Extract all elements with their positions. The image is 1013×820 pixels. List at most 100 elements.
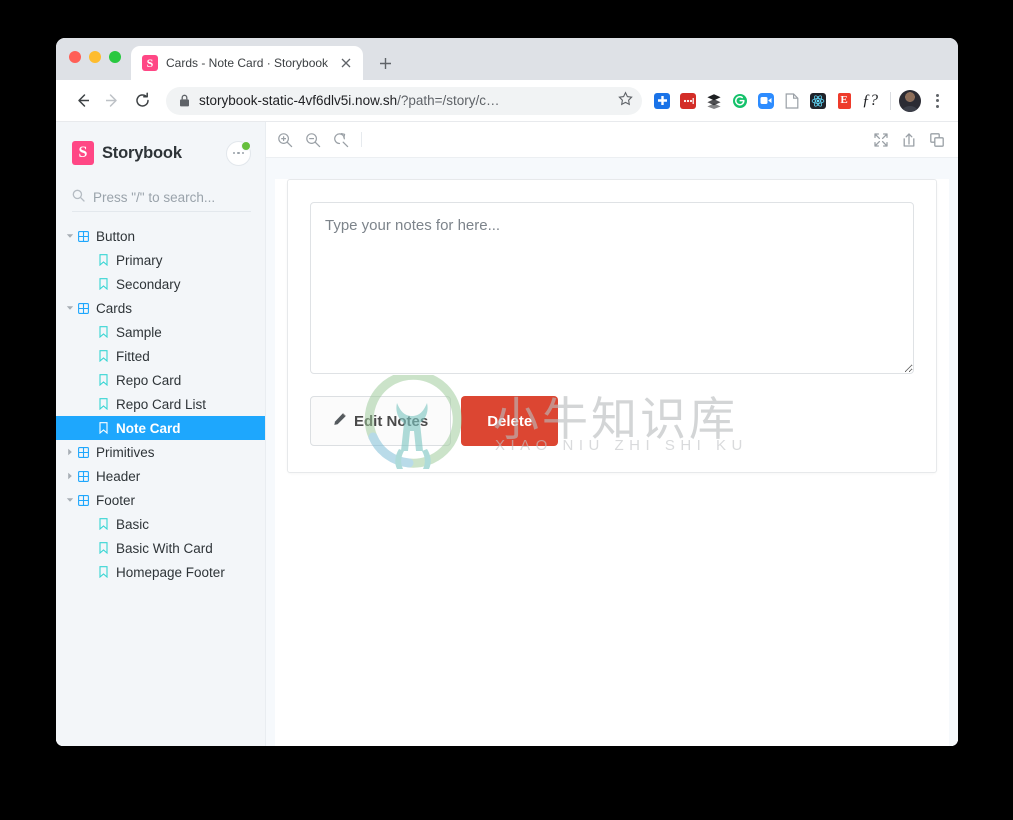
toolbar-divider xyxy=(361,132,362,147)
story-canvas: Edit Notes Delete xyxy=(275,179,949,746)
sidebar-item-cards[interactable]: Cards xyxy=(56,296,265,320)
chevron-down-icon[interactable] xyxy=(64,496,76,504)
sidebar-item-label: Basic With Card xyxy=(116,540,213,556)
notes-textarea[interactable] xyxy=(310,202,914,374)
story-bookmark-icon xyxy=(96,254,110,266)
pencil-icon xyxy=(333,412,347,430)
minimize-window-button[interactable] xyxy=(89,51,101,63)
story-bookmark-icon xyxy=(96,518,110,530)
react-devtools-extension-icon[interactable] xyxy=(806,89,830,113)
open-in-new-icon[interactable] xyxy=(896,127,922,153)
lastpass-extension-icon[interactable] xyxy=(676,89,700,113)
profile-avatar[interactable] xyxy=(899,89,921,112)
close-window-button[interactable] xyxy=(69,51,81,63)
brand-name: Storybook xyxy=(102,143,182,162)
zoom-out-icon[interactable] xyxy=(300,127,326,153)
story-bookmark-icon xyxy=(96,350,110,362)
extension-toolbar: E ƒ? xyxy=(650,89,949,113)
sidebar-item-label: Sample xyxy=(116,324,162,340)
sidebar-item-label: Footer xyxy=(96,492,136,508)
sidebar-item-primary[interactable]: Primary xyxy=(56,248,265,272)
component-grid-icon xyxy=(76,446,90,458)
sidebar-item-homepage-footer[interactable]: Homepage Footer xyxy=(56,560,265,584)
note-card-component: Edit Notes Delete xyxy=(287,179,937,473)
fontface-ninja-extension-icon[interactable]: ƒ? xyxy=(858,89,882,113)
storybook-app: S Storybook Press "/" to search... Butto… xyxy=(56,122,958,746)
story-tree: Button Primary Secondary Cards Sample Fitted R… xyxy=(56,224,265,584)
sidebar-item-label: Repo Card List xyxy=(116,396,207,412)
close-icon[interactable] xyxy=(338,55,354,71)
preview-body: Edit Notes Delete xyxy=(266,158,958,746)
tab-strip: S Cards - Note Card · Storybook xyxy=(56,38,958,80)
sidebar-item-label: Fitted xyxy=(116,348,150,364)
sidebar-item-repo-card[interactable]: Repo Card xyxy=(56,368,265,392)
component-grid-icon xyxy=(76,494,90,506)
sidebar-item-repo-card-list[interactable]: Repo Card List xyxy=(56,392,265,416)
sidebar-item-sample[interactable]: Sample xyxy=(56,320,265,344)
fullscreen-icon[interactable] xyxy=(868,127,894,153)
plus-extension-icon[interactable] xyxy=(650,89,674,113)
sidebar-item-secondary[interactable]: Secondary xyxy=(56,272,265,296)
sidebar-item-note-card[interactable]: Note Card xyxy=(56,416,265,440)
component-grid-icon xyxy=(76,230,90,242)
sidebar-item-primitives[interactable]: Primitives xyxy=(56,440,265,464)
sidebar-item-label: Secondary xyxy=(116,276,181,292)
sidebar-item-button[interactable]: Button xyxy=(56,224,265,248)
storybook-sidebar: S Storybook Press "/" to search... Butto… xyxy=(56,122,265,746)
story-bookmark-icon xyxy=(96,398,110,410)
search-input[interactable]: Press "/" to search... xyxy=(72,184,251,212)
zoom-reset-icon[interactable] xyxy=(328,127,354,153)
component-grid-icon xyxy=(76,302,90,314)
new-tab-button[interactable] xyxy=(371,49,399,77)
canvas-actions xyxy=(868,127,950,153)
story-bookmark-icon xyxy=(96,374,110,386)
sidebar-item-label: Homepage Footer xyxy=(116,564,225,580)
zoom-extension-icon[interactable] xyxy=(754,89,778,113)
url-text: storybook-static-4vf6dlv5i.now.sh/?path=… xyxy=(199,93,609,108)
sidebar-item-label: Button xyxy=(96,228,136,244)
sidebar-item-label: Cards xyxy=(96,300,133,316)
zoom-controls xyxy=(272,127,354,153)
chevron-right-icon[interactable] xyxy=(64,448,76,456)
favicon-letter: S xyxy=(146,56,154,70)
delete-label: Delete xyxy=(487,412,533,430)
storybook-favicon-icon: S xyxy=(142,55,158,71)
browser-menu-icon[interactable] xyxy=(925,89,949,113)
sidebar-menu-button[interactable] xyxy=(226,140,251,166)
sidebar-item-label: Repo Card xyxy=(116,372,182,388)
grammarly-extension-icon[interactable] xyxy=(728,89,752,113)
preview-pane: Edit Notes Delete xyxy=(265,122,958,746)
logo-letter: S xyxy=(78,144,88,161)
edit-notes-button[interactable]: Edit Notes xyxy=(310,396,452,446)
forward-arrow-icon[interactable] xyxy=(98,87,126,115)
zoom-in-icon[interactable] xyxy=(272,127,298,153)
bookmark-star-icon[interactable] xyxy=(618,90,633,111)
url-omnibox[interactable]: storybook-static-4vf6dlv5i.now.sh/?path=… xyxy=(166,86,642,115)
buffer-extension-icon[interactable] xyxy=(702,89,726,113)
edit-notes-label: Edit Notes xyxy=(354,412,429,430)
sidebar-item-header[interactable]: Header xyxy=(56,464,265,488)
chevron-right-icon[interactable] xyxy=(64,472,76,480)
preview-toolbar xyxy=(266,122,958,158)
story-bookmark-icon xyxy=(96,278,110,290)
sidebar-item-footer[interactable]: Footer xyxy=(56,488,265,512)
url-host: storybook-static-4vf6dlv5i.now.sh xyxy=(199,93,398,108)
storybook-logo-icon: S xyxy=(72,141,94,165)
browser-tab[interactable]: S Cards - Note Card · Storybook xyxy=(131,46,363,80)
sidebar-item-fitted[interactable]: Fitted xyxy=(56,344,265,368)
chevron-down-icon[interactable] xyxy=(64,304,76,312)
maximize-window-button[interactable] xyxy=(109,51,121,63)
back-arrow-icon[interactable] xyxy=(68,87,96,115)
tab-title: Cards - Note Card · Storybook xyxy=(166,56,329,70)
reload-icon[interactable] xyxy=(128,87,156,115)
chevron-down-icon[interactable] xyxy=(64,232,76,240)
copy-canvas-icon[interactable] xyxy=(924,127,950,153)
evernote-extension-icon[interactable]: E xyxy=(832,89,856,113)
sidebar-item-basic[interactable]: Basic xyxy=(56,512,265,536)
sidebar-item-basic-with-card[interactable]: Basic With Card xyxy=(56,536,265,560)
page-extension-icon[interactable] xyxy=(780,89,804,113)
delete-button[interactable]: Delete xyxy=(461,396,559,446)
toolbar-divider xyxy=(890,91,891,110)
sidebar-brand[interactable]: S Storybook xyxy=(56,136,265,170)
url-path: /?path=/story/c… xyxy=(397,93,500,108)
